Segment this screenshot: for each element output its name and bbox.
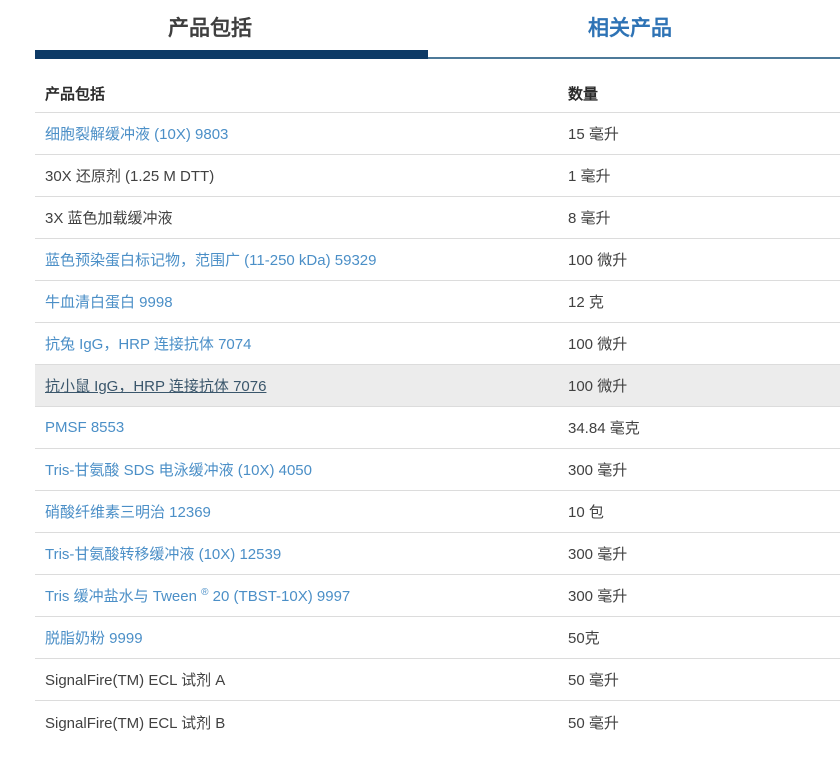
product-label: Tris-甘氨酸转移缓冲液 (10X) 12539	[45, 546, 281, 563]
product-link[interactable]: Tris 缓冲盐水与 Tween ® 20 (TBST-10X) 9997	[45, 588, 350, 605]
table-row: 牛血清白蛋白 9998 12 克	[35, 281, 840, 323]
table-row: PMSF 8553 34.84 毫克	[35, 407, 840, 449]
quantity-cell: 300 毫升	[568, 585, 840, 606]
header-quantity-column: 数量	[568, 83, 840, 104]
registered-trademark-sup: ®	[201, 587, 208, 598]
product-link[interactable]: 细胞裂解缓冲液 (10X) 9803	[45, 126, 228, 143]
quantity-cell: 300 毫升	[568, 543, 840, 564]
table-row: 30X 还原剂 (1.25 M DTT) 1 毫升	[35, 155, 840, 197]
tab-related-products[interactable]: 相关产品	[420, 0, 840, 50]
product-link[interactable]: PMSF 8553	[45, 419, 124, 436]
product-name-cell: 脱脂奶粉 9999	[35, 627, 568, 648]
product-label: 3X 蓝色加载缓冲液	[45, 210, 173, 227]
quantity-cell: 50克	[568, 627, 840, 648]
table-row: 硝酸纤维素三明治 12369 10 包	[35, 491, 840, 533]
table-header-row: 产品包括 数量	[35, 75, 840, 113]
product-name-cell: 硝酸纤维素三明治 12369	[35, 501, 568, 522]
product-text: 3X 蓝色加载缓冲液	[45, 210, 173, 227]
product-label-after: 20 (TBST-10X) 9997	[209, 588, 351, 605]
table-row: Tris 缓冲盐水与 Tween ® 20 (TBST-10X) 9997 300…	[35, 575, 840, 617]
product-label: Tris 缓冲盐水与 Tween	[45, 588, 201, 605]
tab-products-included[interactable]: 产品包括	[0, 0, 420, 50]
tab-divider-line	[428, 57, 840, 59]
table-row: SignalFire(TM) ECL 试剂 A 50 毫升	[35, 659, 840, 701]
tab-underline	[0, 50, 840, 59]
quantity-cell: 15 毫升	[568, 123, 840, 144]
product-link[interactable]: Tris-甘氨酸转移缓冲液 (10X) 12539	[45, 546, 281, 563]
product-link[interactable]: 抗小鼠 IgG，HRP 连接抗体 7076	[45, 378, 266, 395]
product-label: 脱脂奶粉 9999	[45, 630, 143, 647]
product-link[interactable]: 抗兔 IgG，HRP 连接抗体 7074	[45, 336, 251, 353]
product-label: 硝酸纤维素三明治 12369	[45, 504, 211, 521]
quantity-cell: 300 毫升	[568, 459, 840, 480]
product-label: 抗小鼠 IgG，HRP 连接抗体 7076	[45, 378, 266, 395]
product-label: PMSF 8553	[45, 419, 124, 436]
quantity-cell: 50 毫升	[568, 712, 840, 733]
product-name-cell: 细胞裂解缓冲液 (10X) 9803	[35, 123, 568, 144]
table-row: 抗兔 IgG，HRP 连接抗体 7074 100 微升	[35, 323, 840, 365]
quantity-cell: 100 微升	[568, 375, 840, 396]
quantity-cell: 1 毫升	[568, 165, 840, 186]
quantity-cell: 8 毫升	[568, 207, 840, 228]
table-row: SignalFire(TM) ECL 试剂 B 50 毫升	[35, 701, 840, 743]
product-label: 细胞裂解缓冲液 (10X) 9803	[45, 126, 228, 143]
product-name-cell: Tris-甘氨酸转移缓冲液 (10X) 12539	[35, 543, 568, 564]
product-name-cell: SignalFire(TM) ECL 试剂 B	[35, 712, 568, 733]
product-name-cell: 30X 还原剂 (1.25 M DTT)	[35, 165, 568, 186]
product-name-cell: 3X 蓝色加载缓冲液	[35, 207, 568, 228]
tab-bar: 产品包括 相关产品	[0, 0, 840, 50]
products-table: 产品包括 数量 细胞裂解缓冲液 (10X) 9803 15 毫升 30X 还原剂 (…	[35, 75, 840, 743]
product-name-cell: 抗小鼠 IgG，HRP 连接抗体 7076	[35, 375, 568, 396]
product-label: 30X 还原剂 (1.25 M DTT)	[45, 168, 214, 185]
quantity-cell: 50 毫升	[568, 669, 840, 690]
product-label: 牛血清白蛋白 9998	[45, 294, 173, 311]
quantity-cell: 100 微升	[568, 333, 840, 354]
quantity-cell: 12 克	[568, 291, 840, 312]
table-row: 蓝色预染蛋白标记物，范围广 (11-250 kDa) 59329 100 微升	[35, 239, 840, 281]
table-row: 3X 蓝色加载缓冲液 8 毫升	[35, 197, 840, 239]
table-row: Tris-甘氨酸转移缓冲液 (10X) 12539 300 毫升	[35, 533, 840, 575]
product-link[interactable]: 脱脂奶粉 9999	[45, 630, 143, 647]
product-name-cell: PMSF 8553	[35, 419, 568, 436]
product-link[interactable]: 硝酸纤维素三明治 12369	[45, 504, 211, 521]
table-row: 抗小鼠 IgG，HRP 连接抗体 7076 100 微升	[35, 365, 840, 407]
table-row: 细胞裂解缓冲液 (10X) 9803 15 毫升	[35, 113, 840, 155]
product-label: Tris-甘氨酸 SDS 电泳缓冲液 (10X) 4050	[45, 462, 312, 479]
product-label: SignalFire(TM) ECL 试剂 A	[45, 672, 225, 689]
product-name-cell: 牛血清白蛋白 9998	[35, 291, 568, 312]
product-label: SignalFire(TM) ECL 试剂 B	[45, 715, 225, 732]
product-text: SignalFire(TM) ECL 试剂 B	[45, 715, 225, 732]
product-label: 抗兔 IgG，HRP 连接抗体 7074	[45, 336, 251, 353]
table-body: 细胞裂解缓冲液 (10X) 9803 15 毫升 30X 还原剂 (1.25 M D…	[35, 113, 840, 743]
active-tab-indicator	[35, 50, 428, 59]
quantity-cell: 34.84 毫克	[568, 417, 840, 438]
table-row: 脱脂奶粉 9999 50克	[35, 617, 840, 659]
product-link[interactable]: 蓝色预染蛋白标记物，范围广 (11-250 kDa) 59329	[45, 252, 376, 269]
product-name-cell: 蓝色预染蛋白标记物，范围广 (11-250 kDa) 59329	[35, 249, 568, 270]
product-label: 蓝色预染蛋白标记物，范围广 (11-250 kDa) 59329	[45, 252, 376, 269]
product-text: 30X 还原剂 (1.25 M DTT)	[45, 168, 214, 185]
header-product-column: 产品包括	[35, 83, 568, 104]
quantity-cell: 100 微升	[568, 249, 840, 270]
product-link[interactable]: 牛血清白蛋白 9998	[45, 294, 173, 311]
product-name-cell: Tris 缓冲盐水与 Tween ® 20 (TBST-10X) 9997	[35, 585, 568, 606]
quantity-cell: 10 包	[568, 501, 840, 522]
product-link[interactable]: Tris-甘氨酸 SDS 电泳缓冲液 (10X) 4050	[45, 462, 312, 479]
table-row: Tris-甘氨酸 SDS 电泳缓冲液 (10X) 4050 300 毫升	[35, 449, 840, 491]
product-text: SignalFire(TM) ECL 试剂 A	[45, 672, 225, 689]
product-name-cell: Tris-甘氨酸 SDS 电泳缓冲液 (10X) 4050	[35, 459, 568, 480]
product-name-cell: SignalFire(TM) ECL 试剂 A	[35, 669, 568, 690]
product-name-cell: 抗兔 IgG，HRP 连接抗体 7074	[35, 333, 568, 354]
